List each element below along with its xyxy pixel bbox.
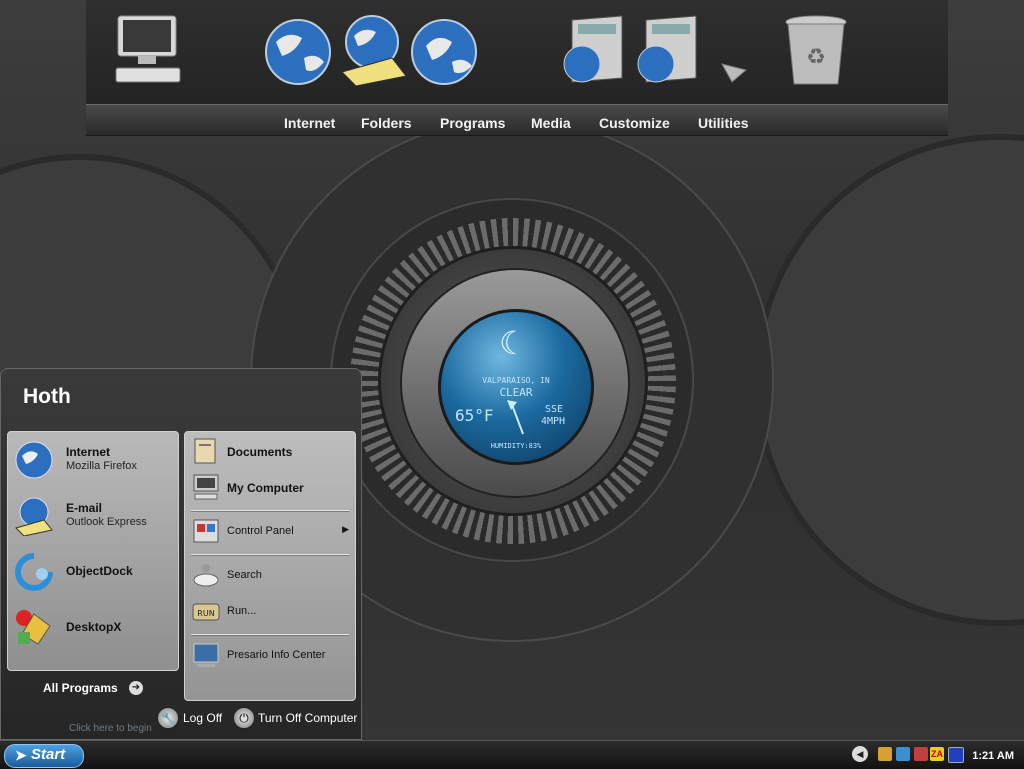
pinned-email[interactable]: E-mail Outlook Express bbox=[8, 492, 178, 540]
top-dock: ♻ bbox=[86, 0, 948, 105]
presario-icon bbox=[193, 643, 219, 667]
turn-off-button[interactable]: Turn Off Computer bbox=[258, 711, 357, 725]
place-run[interactable]: RUN Run... bbox=[185, 594, 355, 628]
menu-programs[interactable]: Programs bbox=[440, 115, 505, 131]
weather-location: VALPARAISO, IN bbox=[482, 376, 550, 385]
pinned-desktopx-title: DesktopX bbox=[66, 620, 122, 634]
network-globe-icon[interactable] bbox=[408, 12, 480, 86]
weather-widget[interactable]: ☾ VALPARAISO, IN CLEAR 65°F SSE 4MPH HUM… bbox=[438, 309, 594, 465]
place-control-panel[interactable]: Control Panel ▶ bbox=[185, 514, 355, 548]
pinned-internet-title: Internet bbox=[66, 445, 111, 459]
pinned-internet-subtitle: Mozilla Firefox bbox=[66, 460, 137, 472]
start-tip: Click here to begin bbox=[69, 723, 152, 734]
pinned-objectdock-title: ObjectDock bbox=[66, 564, 133, 578]
separator bbox=[191, 554, 349, 556]
pinned-objectdock[interactable]: ObjectDock bbox=[8, 548, 178, 596]
tray-zonealarm-icon[interactable]: ZA bbox=[930, 747, 944, 761]
places-pane: Documents My Computer Control Panel ▶ Se… bbox=[184, 431, 356, 701]
wind-arrow-icon bbox=[507, 400, 524, 435]
log-off-button[interactable]: Log Off bbox=[183, 711, 222, 725]
tray-expand-icon[interactable]: ◀ bbox=[852, 746, 868, 762]
svg-text:RUN: RUN bbox=[197, 609, 214, 618]
place-documents-label: Documents bbox=[227, 445, 293, 459]
internet-globe-icon[interactable] bbox=[262, 12, 334, 86]
place-my-computer[interactable]: My Computer bbox=[185, 470, 355, 504]
recycle-bin-icon[interactable]: ♻ bbox=[780, 12, 852, 86]
place-presario[interactable]: Presario Info Center bbox=[185, 638, 355, 672]
start-button[interactable]: ➤ Start bbox=[4, 744, 84, 768]
email-icon bbox=[15, 497, 53, 536]
place-documents[interactable]: Documents bbox=[185, 434, 355, 468]
power-icon[interactable]: ⏻ bbox=[233, 707, 255, 729]
moon-icon: ☾ bbox=[499, 324, 528, 362]
submenu-arrow-icon: ▶ bbox=[342, 524, 349, 534]
place-search-label: Search bbox=[227, 569, 262, 581]
tray-network-icon[interactable] bbox=[878, 747, 892, 761]
menu-media[interactable]: Media bbox=[531, 115, 571, 131]
start-menu: Hoth Internet Mozilla Firefox E-mail Out… bbox=[0, 368, 362, 740]
user-name: Hoth bbox=[23, 385, 71, 408]
place-presario-label: Presario Info Center bbox=[227, 649, 326, 661]
separator bbox=[191, 634, 349, 636]
objectdock-icon bbox=[15, 553, 53, 591]
tray-dock-icon[interactable] bbox=[896, 747, 910, 761]
my-computer-icon[interactable] bbox=[112, 12, 184, 86]
dock-pointer-icon[interactable] bbox=[720, 60, 748, 84]
email-globe-icon[interactable] bbox=[336, 12, 408, 86]
clock[interactable]: 1:21 AM bbox=[972, 750, 1014, 762]
run-icon: RUN bbox=[192, 603, 220, 621]
weather-humidity: HUMIDITY:83% bbox=[490, 442, 542, 450]
log-off-icon[interactable]: 🔧 bbox=[157, 707, 179, 729]
menu-folders[interactable]: Folders bbox=[361, 115, 412, 131]
dock-menubar: Internet Folders Programs Media Customiz… bbox=[86, 104, 948, 136]
place-run-label: Run... bbox=[227, 605, 257, 617]
documents-icon bbox=[194, 438, 216, 464]
weather-temperature: 65°F bbox=[455, 406, 494, 425]
all-programs-button[interactable]: All Programs bbox=[43, 681, 118, 695]
tray-desktopx-icon[interactable] bbox=[914, 747, 928, 761]
place-my-computer-label: My Computer bbox=[227, 481, 304, 495]
arrow-right-icon[interactable]: ➜ bbox=[129, 681, 143, 695]
start-arrow-icon: ➤ bbox=[15, 747, 27, 763]
pinned-email-subtitle: Outlook Express bbox=[66, 516, 147, 528]
place-search[interactable]: Search bbox=[185, 558, 355, 592]
weather-wind-speed: 4MPH bbox=[541, 416, 566, 427]
pinned-internet[interactable]: Internet Mozilla Firefox bbox=[8, 436, 178, 484]
desktopx-icon bbox=[16, 610, 51, 645]
svg-text:♻: ♻ bbox=[806, 45, 826, 70]
menu-customize[interactable]: Customize bbox=[599, 115, 670, 131]
pinned-email-title: E-mail bbox=[66, 501, 103, 515]
separator bbox=[191, 510, 349, 512]
control-panel-icon bbox=[193, 519, 219, 543]
explorer-window-icon-2[interactable] bbox=[632, 12, 704, 86]
place-control-panel-label: Control Panel bbox=[227, 525, 294, 537]
menu-internet[interactable]: Internet bbox=[284, 115, 335, 131]
pinned-programs-pane: Internet Mozilla Firefox E-mail Outlook … bbox=[7, 431, 179, 671]
system-tray: ◀ ZA 1:21 AM bbox=[850, 744, 1024, 766]
explorer-window-icon[interactable] bbox=[558, 12, 630, 86]
taskbar: ➤ Start ◀ ZA 1:21 AM bbox=[0, 740, 1024, 769]
computer-icon bbox=[193, 474, 219, 500]
globe-icon bbox=[15, 441, 53, 479]
menu-utilities[interactable]: Utilities bbox=[698, 115, 749, 131]
weather-wind-direction: SSE bbox=[545, 404, 564, 415]
search-icon bbox=[193, 564, 219, 587]
start-label: Start bbox=[31, 746, 66, 763]
tray-monitor-icon[interactable] bbox=[948, 747, 964, 763]
pinned-desktopx[interactable]: DesktopX bbox=[8, 604, 178, 652]
